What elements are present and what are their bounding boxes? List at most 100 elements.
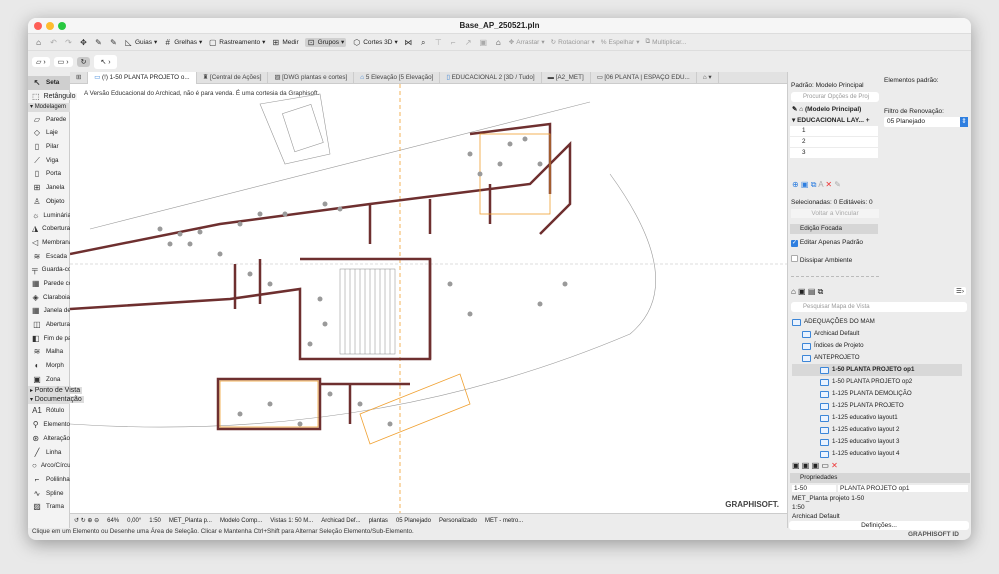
tool-item[interactable]: ▯ Porta xyxy=(28,167,70,181)
tool-item[interactable]: ▣ Zona xyxy=(28,372,70,386)
3d-cuts-button[interactable]: ⬡ Cortes 3D ▾ xyxy=(352,38,398,47)
view-map-item[interactable]: 1-50 PLANTA PROJETO op2 xyxy=(792,376,962,388)
tool-item[interactable]: ◈ Claraboia xyxy=(28,290,70,304)
graphisoft-id-button[interactable]: GRAPHISOFT ID xyxy=(908,531,959,538)
tool-item[interactable]: A1 Rótulo xyxy=(28,404,70,418)
view-id-field[interactable]: 1-50 xyxy=(792,485,836,492)
tool-item[interactable]: ▦Janela de canto xyxy=(28,304,70,318)
model-view-options[interactable]: Modelo Comp... xyxy=(220,518,262,524)
grids-button[interactable]: # Grelhas ▾ xyxy=(163,38,203,47)
tab-dwg[interactable]: ▨ [DWG plantas e cortes] xyxy=(268,71,355,84)
tool-item[interactable]: ◧Fim de parede xyxy=(28,331,70,345)
corner-icon[interactable]: ⌐ xyxy=(449,38,458,47)
tool-item[interactable]: ▦Parede cortina xyxy=(28,277,70,291)
tool-item[interactable]: ╤Guarda-corpo xyxy=(28,263,70,277)
custom-option[interactable]: Personalizado xyxy=(439,518,477,524)
main-model-row[interactable]: ✎ ⌂ (Modelo Principal) xyxy=(792,105,861,113)
scale-value[interactable]: 1:50 xyxy=(149,518,161,524)
pen-set[interactable]: plantas xyxy=(369,518,388,524)
tool-item[interactable]: ⊞ Janela xyxy=(28,181,70,195)
tool-item[interactable]: ≋ Escada xyxy=(28,249,70,263)
properties-section[interactable]: Propriedades xyxy=(790,473,970,483)
tool-item[interactable]: ◁ Membrana xyxy=(28,236,70,250)
tool-item[interactable]: ◮ Cobertura xyxy=(28,222,70,236)
tool-item[interactable]: ∿ Spline xyxy=(28,486,70,500)
arrow-mode-selector[interactable]: ↖ › xyxy=(94,55,117,69)
navigator-mode-tabs[interactable]: ⌂ ▣ ▤ ⧉ xyxy=(791,287,823,297)
groups-button[interactable]: ⊡ Grupos ▾ xyxy=(304,37,347,47)
tool-arrow[interactable]: ↖ Seta xyxy=(28,76,70,90)
settings-button[interactable]: Definições... xyxy=(789,521,969,530)
tool-item[interactable]: ⊛ Alteração xyxy=(28,432,70,446)
curve-icon[interactable]: ↗ xyxy=(464,38,473,47)
syringe-icon[interactable]: ✎ xyxy=(109,38,118,47)
rotate-button[interactable]: ↻ Rotacionar ▾ xyxy=(551,38,595,47)
view-map-item[interactable]: 1-125 educativo layout 4 xyxy=(792,448,962,460)
tool-item[interactable]: ⌐ Polilinha xyxy=(28,473,70,487)
magic-wand-icon[interactable]: ⌕ xyxy=(419,38,428,47)
tool-item[interactable]: ⚲ Elemento xyxy=(28,418,70,432)
view-map-item[interactable]: 1-125 educativo layout 3 xyxy=(792,436,962,448)
tool-item[interactable]: ▨ Trama xyxy=(28,500,70,514)
multiply-button[interactable]: ⧉ Multiplicar... xyxy=(645,38,686,46)
layer-row[interactable]: 3 xyxy=(790,148,878,158)
view-map-item[interactable]: Archicad Default xyxy=(792,328,962,340)
group-documentation[interactable]: ▾ Documentação xyxy=(28,395,84,405)
group-modeling[interactable]: ▾ Modelagem xyxy=(28,103,70,113)
tool-item[interactable]: ◇ Laje xyxy=(28,126,70,140)
tool-item[interactable]: ☼ Luminária xyxy=(28,208,70,222)
tool-item[interactable]: ▱ Parede xyxy=(28,112,70,126)
view-map-item[interactable]: Índices de Projeto xyxy=(792,340,962,352)
trim-icon[interactable]: ⊤ xyxy=(434,38,443,47)
measure-button[interactable]: ⊞ Medir xyxy=(271,38,299,47)
drag-button[interactable]: ✥ Arrastar ▾ xyxy=(509,38,545,47)
tab-06-planta[interactable]: ▭ [06 PLANTA | ESPAÇO EDU... xyxy=(591,71,697,84)
tracking-button[interactable]: ▢ Rastreamento ▾ xyxy=(208,38,265,47)
view-name-field[interactable]: PLANTA PROJETO op1 xyxy=(838,485,968,492)
view-map-item[interactable]: ANTEPROJETO xyxy=(792,352,962,364)
view-map-item[interactable]: 1-125 educativo layout 2 xyxy=(792,424,962,436)
explode-icon[interactable]: ▣ xyxy=(479,38,488,47)
split-icon[interactable]: ⋈ xyxy=(404,38,413,47)
tool-item[interactable]: ⟋ Viga xyxy=(28,153,70,167)
rotation-button[interactable]: ↻ xyxy=(76,57,91,67)
redo-icon[interactable]: ↷ xyxy=(64,38,73,47)
layer-row[interactable]: 1 xyxy=(790,126,878,136)
home-icon[interactable]: ⌂ xyxy=(34,38,43,47)
group-viewpoint[interactable]: ▸ Ponto de Vista xyxy=(28,386,83,396)
view-map-item[interactable]: 1-125 educativo layout1 xyxy=(792,412,962,424)
view-map-actions[interactable]: ▣ ▣ ▣ ▭ ✕ xyxy=(792,461,838,470)
zoom-controls[interactable]: ↺ ↻ ⊕ ⊖ xyxy=(74,517,99,524)
edit-default-checkbox[interactable]: ✓ Editar Apenas Padrão xyxy=(791,239,863,247)
focused-edit-section[interactable]: Edição Focada xyxy=(790,224,878,234)
guides-button[interactable]: ◺ Guias ▾ xyxy=(124,38,157,47)
tab-grid-overview[interactable]: ⊞ xyxy=(70,71,89,84)
tool-item[interactable]: ≋ Malha xyxy=(28,345,70,359)
graphic-overrides[interactable]: Vistas 1: 50 M... xyxy=(270,518,313,524)
tab-menu[interactable]: ⌂ ▾ xyxy=(697,71,719,84)
undo-icon[interactable]: ↶ xyxy=(49,38,58,47)
dimension-standard[interactable]: Archicad Def... xyxy=(321,518,360,524)
tab-elevacao[interactable]: ⌂ 5 Elevação [5 Elevação] xyxy=(354,71,441,84)
renovation-filter[interactable]: 05 Planejado xyxy=(396,518,431,524)
layer-row[interactable]: 2 xyxy=(790,137,878,147)
eyedropper-icon[interactable]: ✎ xyxy=(94,38,103,47)
pick-icon[interactable]: ✥ xyxy=(79,38,88,47)
layer-selector[interactable]: ▱ › xyxy=(32,57,50,67)
tab-central-acoes[interactable]: ♜ [Central de Ações] xyxy=(197,71,269,84)
zoom-value[interactable]: 64% xyxy=(107,518,119,524)
options-search-input[interactable]: Procurar Opções de Proj xyxy=(791,92,879,102)
navigator-menu-button[interactable]: ☰› xyxy=(954,287,966,295)
tab-3d[interactable]: ▯ EDUCACIONAL 2 [3D / Tudo] xyxy=(440,71,542,84)
tool-item[interactable]: ♙ Objeto xyxy=(28,195,70,209)
tool-item[interactable]: ◐ Morph xyxy=(28,359,70,373)
view-map-item[interactable]: 1-50 PLANTA PROJETO op1 xyxy=(792,364,962,376)
dissipate-checkbox[interactable]: Dissipar Ambiente xyxy=(791,255,852,264)
tab-planta-projeto[interactable]: ▭ (!) 1-50 PLANTA PROJETO o... xyxy=(88,71,197,84)
tool-item[interactable]: ╱ Linha xyxy=(28,445,70,459)
angle-value[interactable]: 0,00° xyxy=(127,518,141,524)
tool-item[interactable]: ▯ Pilar xyxy=(28,140,70,154)
element-selector[interactable]: ▭ › xyxy=(53,57,73,67)
view-map-item[interactable]: ADEQUAÇÕES DO MAM xyxy=(792,316,962,328)
renovation-filter-select[interactable]: 05 Planejado ⇕ xyxy=(884,117,968,127)
